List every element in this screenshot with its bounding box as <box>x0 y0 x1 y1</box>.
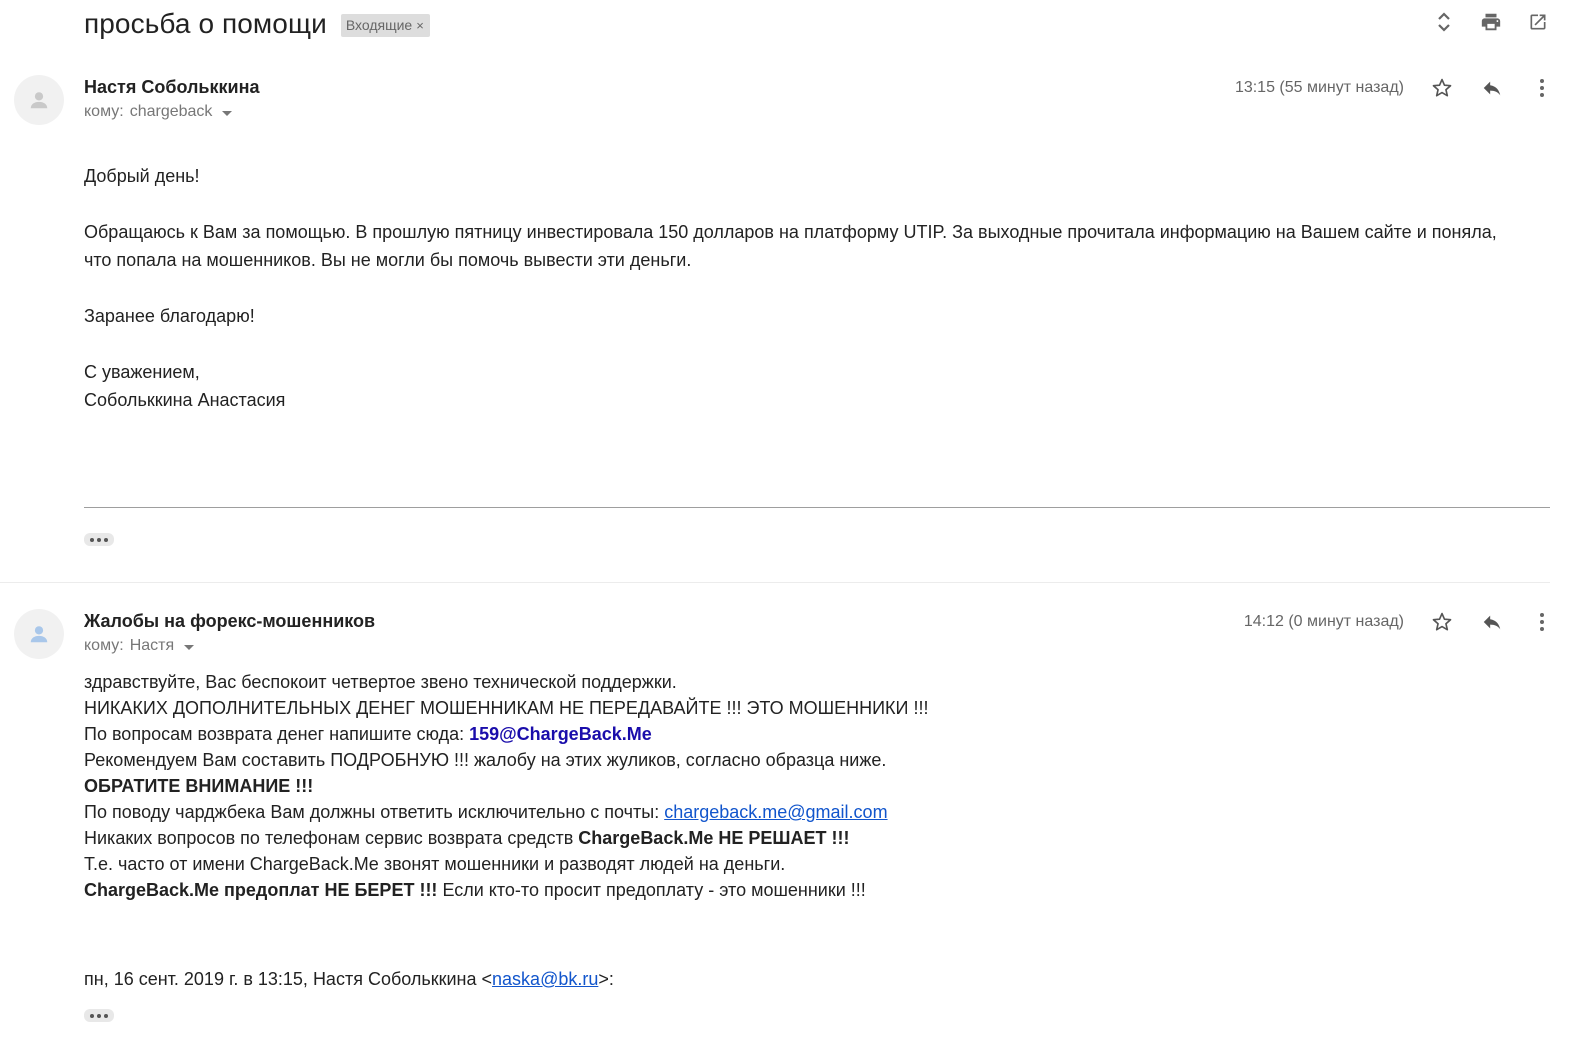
sender-name[interactable]: Настя Собольккина <box>84 77 259 98</box>
label-remove-icon[interactable]: × <box>416 18 424 33</box>
reply-icon[interactable] <box>1480 76 1504 100</box>
body-line: здравствуйте, Вас беспокоит четвертое зв… <box>84 672 677 692</box>
show-trimmed-content-button[interactable] <box>84 533 114 546</box>
body-paragraph: Обращаюсь к Вам за помощью. В прошлую пя… <box>84 222 1497 270</box>
thread-header: просьба о помощи Входящие × <box>84 4 430 44</box>
body-line: Никаких вопросов по телефонам сервис воз… <box>84 825 1524 851</box>
more-vert-icon[interactable] <box>1530 76 1554 100</box>
thread-toolbar <box>1432 10 1550 34</box>
recipient-name: chargeback <box>129 103 213 120</box>
quote-email-link[interactable]: naska@bk.ru <box>492 969 598 989</box>
quote-suffix: >: <box>598 969 614 989</box>
body-line: ChargeBack.Me предоплат НЕ БЕРЕТ !!! Есл… <box>84 877 1524 903</box>
body-text: По вопросам возврата денег напишите сюда… <box>84 724 470 744</box>
body-text: Никаких вопросов по телефонам сервис воз… <box>84 828 579 848</box>
avatar <box>14 75 64 125</box>
star-icon[interactable] <box>1430 76 1454 100</box>
quoted-message-header: пн, 16 сент. 2019 г. в 13:15, Настя Собо… <box>84 966 614 992</box>
sender-name[interactable]: Жалобы на форекс-мошенников <box>84 611 375 632</box>
support-email: 159@ChargeBack.Me <box>469 724 652 744</box>
body-text: Если кто-то просит предоплату - это моше… <box>437 880 866 900</box>
open-new-window-icon[interactable] <box>1526 10 1550 34</box>
recipient-name: Настя <box>129 637 175 654</box>
person-icon <box>30 92 48 109</box>
message-meta: 14:12 (0 минут назад) <box>1244 610 1554 634</box>
label-chip-text: Входящие <box>345 17 413 33</box>
message-divider <box>0 582 1550 583</box>
body-line-warning: ОБРАТИТЕ ВНИМАНИЕ !!! <box>84 776 314 796</box>
star-icon[interactable] <box>1430 610 1454 634</box>
body-greeting: Добрый день! <box>84 166 200 186</box>
message-body: Добрый день! Обращаюсь к Вам за помощью.… <box>84 162 1524 414</box>
body-signature: Собольккина Анастасия <box>84 390 286 410</box>
chevron-down-icon[interactable] <box>222 110 233 116</box>
body-bold-text: ChargeBack.Me НЕ РЕШАЕТ !!! <box>578 828 850 848</box>
recipient-line: кому: Настя <box>84 637 195 655</box>
avatar <box>14 609 64 659</box>
recipient-prefix: кому: <box>84 103 124 120</box>
more-vert-icon[interactable] <box>1530 610 1554 634</box>
label-chip-inbox[interactable]: Входящие × <box>340 14 430 37</box>
body-line: Т.е. часто от имени ChargeBack.Me звонят… <box>84 854 786 874</box>
message-body: здравствуйте, Вас беспокоит четвертое зв… <box>84 669 1524 903</box>
message-time: 13:15 (55 минут назад) <box>1234 79 1404 96</box>
print-icon[interactable] <box>1479 10 1503 34</box>
email-link[interactable]: chargeback.me@gmail.com <box>664 802 887 822</box>
recipient-line: кому: chargeback <box>84 103 233 121</box>
expand-collapse-icon[interactable] <box>1432 10 1456 34</box>
reply-icon[interactable] <box>1480 610 1504 634</box>
thread-subject: просьба о помощи <box>84 8 327 39</box>
chevron-down-icon[interactable] <box>184 644 195 650</box>
body-bold-text: ChargeBack.Me предоплат НЕ БЕРЕТ !!! <box>84 880 438 900</box>
body-line: Рекомендуем Вам составить ПОДРОБНУЮ !!! … <box>84 750 887 770</box>
body-line: По вопросам возврата денег напишите сюда… <box>84 721 1524 747</box>
body-line: НИКАКИХ ДОПОЛНИТЕЛЬНЫХ ДЕНЕГ МОШЕННИКАМ … <box>84 698 929 718</box>
body-text: По поводу чарджбека Вам должны ответить … <box>84 802 665 822</box>
body-line: По поводу чарджбека Вам должны ответить … <box>84 799 1524 825</box>
message-time: 14:12 (0 минут назад) <box>1243 613 1404 630</box>
quote-prefix: пн, 16 сент. 2019 г. в 13:15, Настя Собо… <box>84 969 493 989</box>
message-meta: 13:15 (55 минут назад) <box>1235 76 1554 100</box>
recipient-prefix: кому: <box>84 637 124 654</box>
body-thanks: Заранее благодарю! <box>84 306 255 326</box>
person-icon <box>30 626 48 643</box>
show-trimmed-content-button[interactable] <box>84 1009 114 1022</box>
body-regards: С уважением, <box>84 362 200 382</box>
signature-divider <box>84 507 1550 508</box>
